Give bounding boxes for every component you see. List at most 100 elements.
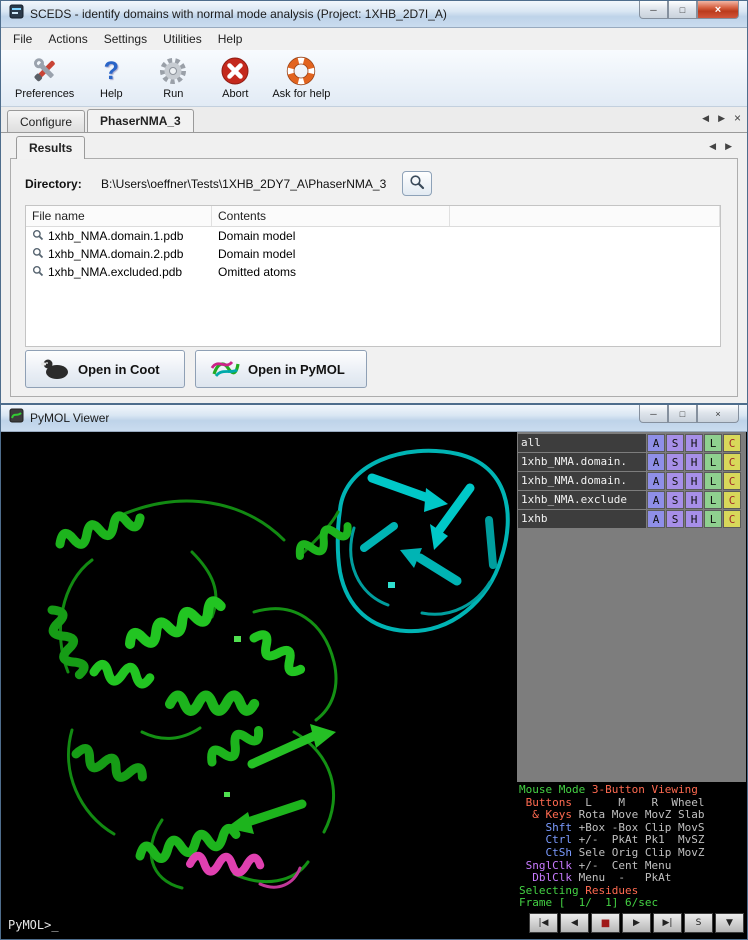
menu-bar: File Actions Settings Utilities Help (1, 28, 747, 50)
table-row[interactable]: 1xhb_NMA.domain.1.pdb Domain model (26, 227, 720, 245)
label-button[interactable]: L (704, 510, 722, 528)
object-row: all A S H L C (518, 434, 745, 452)
results-panel: Directory: B:\Users\oeffner\Tests\1XHB_2… (10, 158, 738, 397)
action-button[interactable]: A (647, 453, 665, 471)
abort-label: Abort (222, 88, 248, 100)
table-row[interactable]: 1xhb_NMA.excluded.pdb Omitted atoms (26, 263, 720, 281)
label-button[interactable]: L (704, 434, 722, 452)
sceds-titlebar[interactable]: SCEDS - identify domains with normal mod… (1, 1, 747, 28)
file-contents: Domain model (212, 247, 450, 261)
show-button[interactable]: S (666, 510, 684, 528)
viewport-3d[interactable] (2, 432, 518, 938)
open-in-coot-label: Open in Coot (78, 362, 160, 377)
browse-directory-button[interactable] (402, 171, 432, 196)
object-name-1xhb[interactable]: 1xhb (518, 510, 646, 528)
command-prompt[interactable]: PyMOL>_ (8, 918, 59, 932)
preferences-label: Preferences (15, 88, 74, 100)
help-question-icon: ? (104, 55, 119, 87)
search-icon (409, 174, 425, 193)
object-name-excluded[interactable]: 1xhb_NMA.exclude (518, 491, 646, 509)
color-button[interactable]: C (723, 434, 741, 452)
file-name: 1xhb_NMA.domain.1.pdb (48, 229, 183, 243)
main-tab-bar: Configure PhaserNMA_3 ◀ ▶ × (1, 107, 747, 133)
show-button[interactable]: S (666, 491, 684, 509)
run-gear-icon (158, 55, 188, 87)
tabs-prev-icon[interactable]: ◀ (702, 113, 709, 124)
show-button[interactable]: S (666, 472, 684, 490)
pymol-app-icon (9, 408, 24, 428)
fast-forward-button[interactable]: ▶| (653, 913, 682, 933)
tab-results[interactable]: Results (16, 136, 85, 159)
ask-for-help-label: Ask for help (272, 88, 330, 100)
tab-close-icon[interactable]: × (734, 111, 741, 125)
open-in-pymol-button[interactable]: Open in PyMOL (195, 350, 367, 388)
abort-button[interactable]: Abort (206, 53, 264, 106)
pymol-titlebar[interactable]: PyMOL Viewer ─ □ × (1, 405, 747, 432)
show-button[interactable]: S (666, 434, 684, 452)
play-button[interactable]: ▶ (622, 913, 651, 933)
preferences-button[interactable]: Preferences (11, 53, 78, 106)
window-controls: ─ □ × (639, 405, 739, 423)
menu-dropdown-button[interactable]: ▼ (715, 913, 744, 933)
color-button[interactable]: C (723, 491, 741, 509)
minimize-button[interactable]: ─ (639, 1, 668, 19)
tab-phasernma-3[interactable]: PhaserNMA_3 (87, 109, 194, 132)
help-button[interactable]: ? Help (82, 53, 140, 106)
sceds-window-title: SCEDS - identify domains with normal mod… (30, 7, 447, 21)
menu-help[interactable]: Help (210, 29, 251, 49)
close-button[interactable]: × (697, 1, 739, 19)
tab-configure[interactable]: Configure (7, 110, 85, 132)
column-header-file-name: File name (26, 206, 212, 226)
open-in-pymol-label: Open in PyMOL (248, 362, 345, 377)
action-button[interactable]: A (647, 434, 665, 452)
minimize-button[interactable]: ─ (639, 405, 668, 423)
protein-structure (2, 432, 518, 938)
menu-utilities[interactable]: Utilities (155, 29, 210, 49)
pymol-logo-icon (210, 356, 240, 383)
label-button[interactable]: L (704, 491, 722, 509)
mouse-mode-panel: Mouse Mode 3-Button Viewing Buttons L M … (517, 782, 746, 909)
rewind-button[interactable]: |◀ (529, 913, 558, 933)
object-name-domain2[interactable]: 1xhb_NMA.domain. (518, 472, 646, 490)
table-row[interactable]: 1xhb_NMA.domain.2.pdb Domain model (26, 245, 720, 263)
desktop: SCEDS - identify domains with normal mod… (0, 0, 748, 940)
action-button[interactable]: A (647, 472, 665, 490)
pymol-window-title: PyMOL Viewer (30, 411, 109, 425)
color-button[interactable]: C (723, 453, 741, 471)
magnifier-icon (32, 247, 44, 262)
object-row: 1xhb A S H L C (518, 510, 745, 528)
object-name-all[interactable]: all (518, 434, 646, 452)
menu-file[interactable]: File (5, 29, 40, 49)
step-back-button[interactable]: ◀ (560, 913, 589, 933)
results-prev-icon[interactable]: ◀ (709, 141, 716, 152)
results-next-icon[interactable]: ▶ (725, 141, 732, 152)
maximize-button[interactable]: □ (668, 1, 697, 19)
color-button[interactable]: C (723, 510, 741, 528)
menu-settings[interactable]: Settings (96, 29, 155, 49)
label-button[interactable]: L (704, 472, 722, 490)
hide-button[interactable]: H (685, 491, 703, 509)
file-contents: Domain model (212, 229, 450, 243)
action-button[interactable]: A (647, 510, 665, 528)
color-button[interactable]: C (723, 472, 741, 490)
action-button[interactable]: A (647, 491, 665, 509)
label-button[interactable]: L (704, 453, 722, 471)
object-name-domain1[interactable]: 1xhb_NMA.domain. (518, 453, 646, 471)
object-row: 1xhb_NMA.domain. A S H L C (518, 453, 745, 471)
run-button[interactable]: Run (144, 53, 202, 106)
sceds-app-icon (9, 4, 24, 24)
hide-button[interactable]: H (685, 510, 703, 528)
menu-actions[interactable]: Actions (40, 29, 95, 49)
show-button[interactable]: S (666, 453, 684, 471)
tabs-next-icon[interactable]: ▶ (718, 113, 725, 124)
maximize-button[interactable]: □ (668, 405, 697, 423)
open-in-coot-button[interactable]: Open in Coot (25, 350, 185, 388)
magnifier-icon (32, 265, 44, 280)
scene-button[interactable]: S (684, 913, 713, 933)
close-button[interactable]: × (697, 405, 739, 423)
hide-button[interactable]: H (685, 453, 703, 471)
ask-for-help-button[interactable]: Ask for help (268, 53, 334, 106)
hide-button[interactable]: H (685, 472, 703, 490)
stop-button[interactable]: ■ (591, 913, 620, 933)
hide-button[interactable]: H (685, 434, 703, 452)
